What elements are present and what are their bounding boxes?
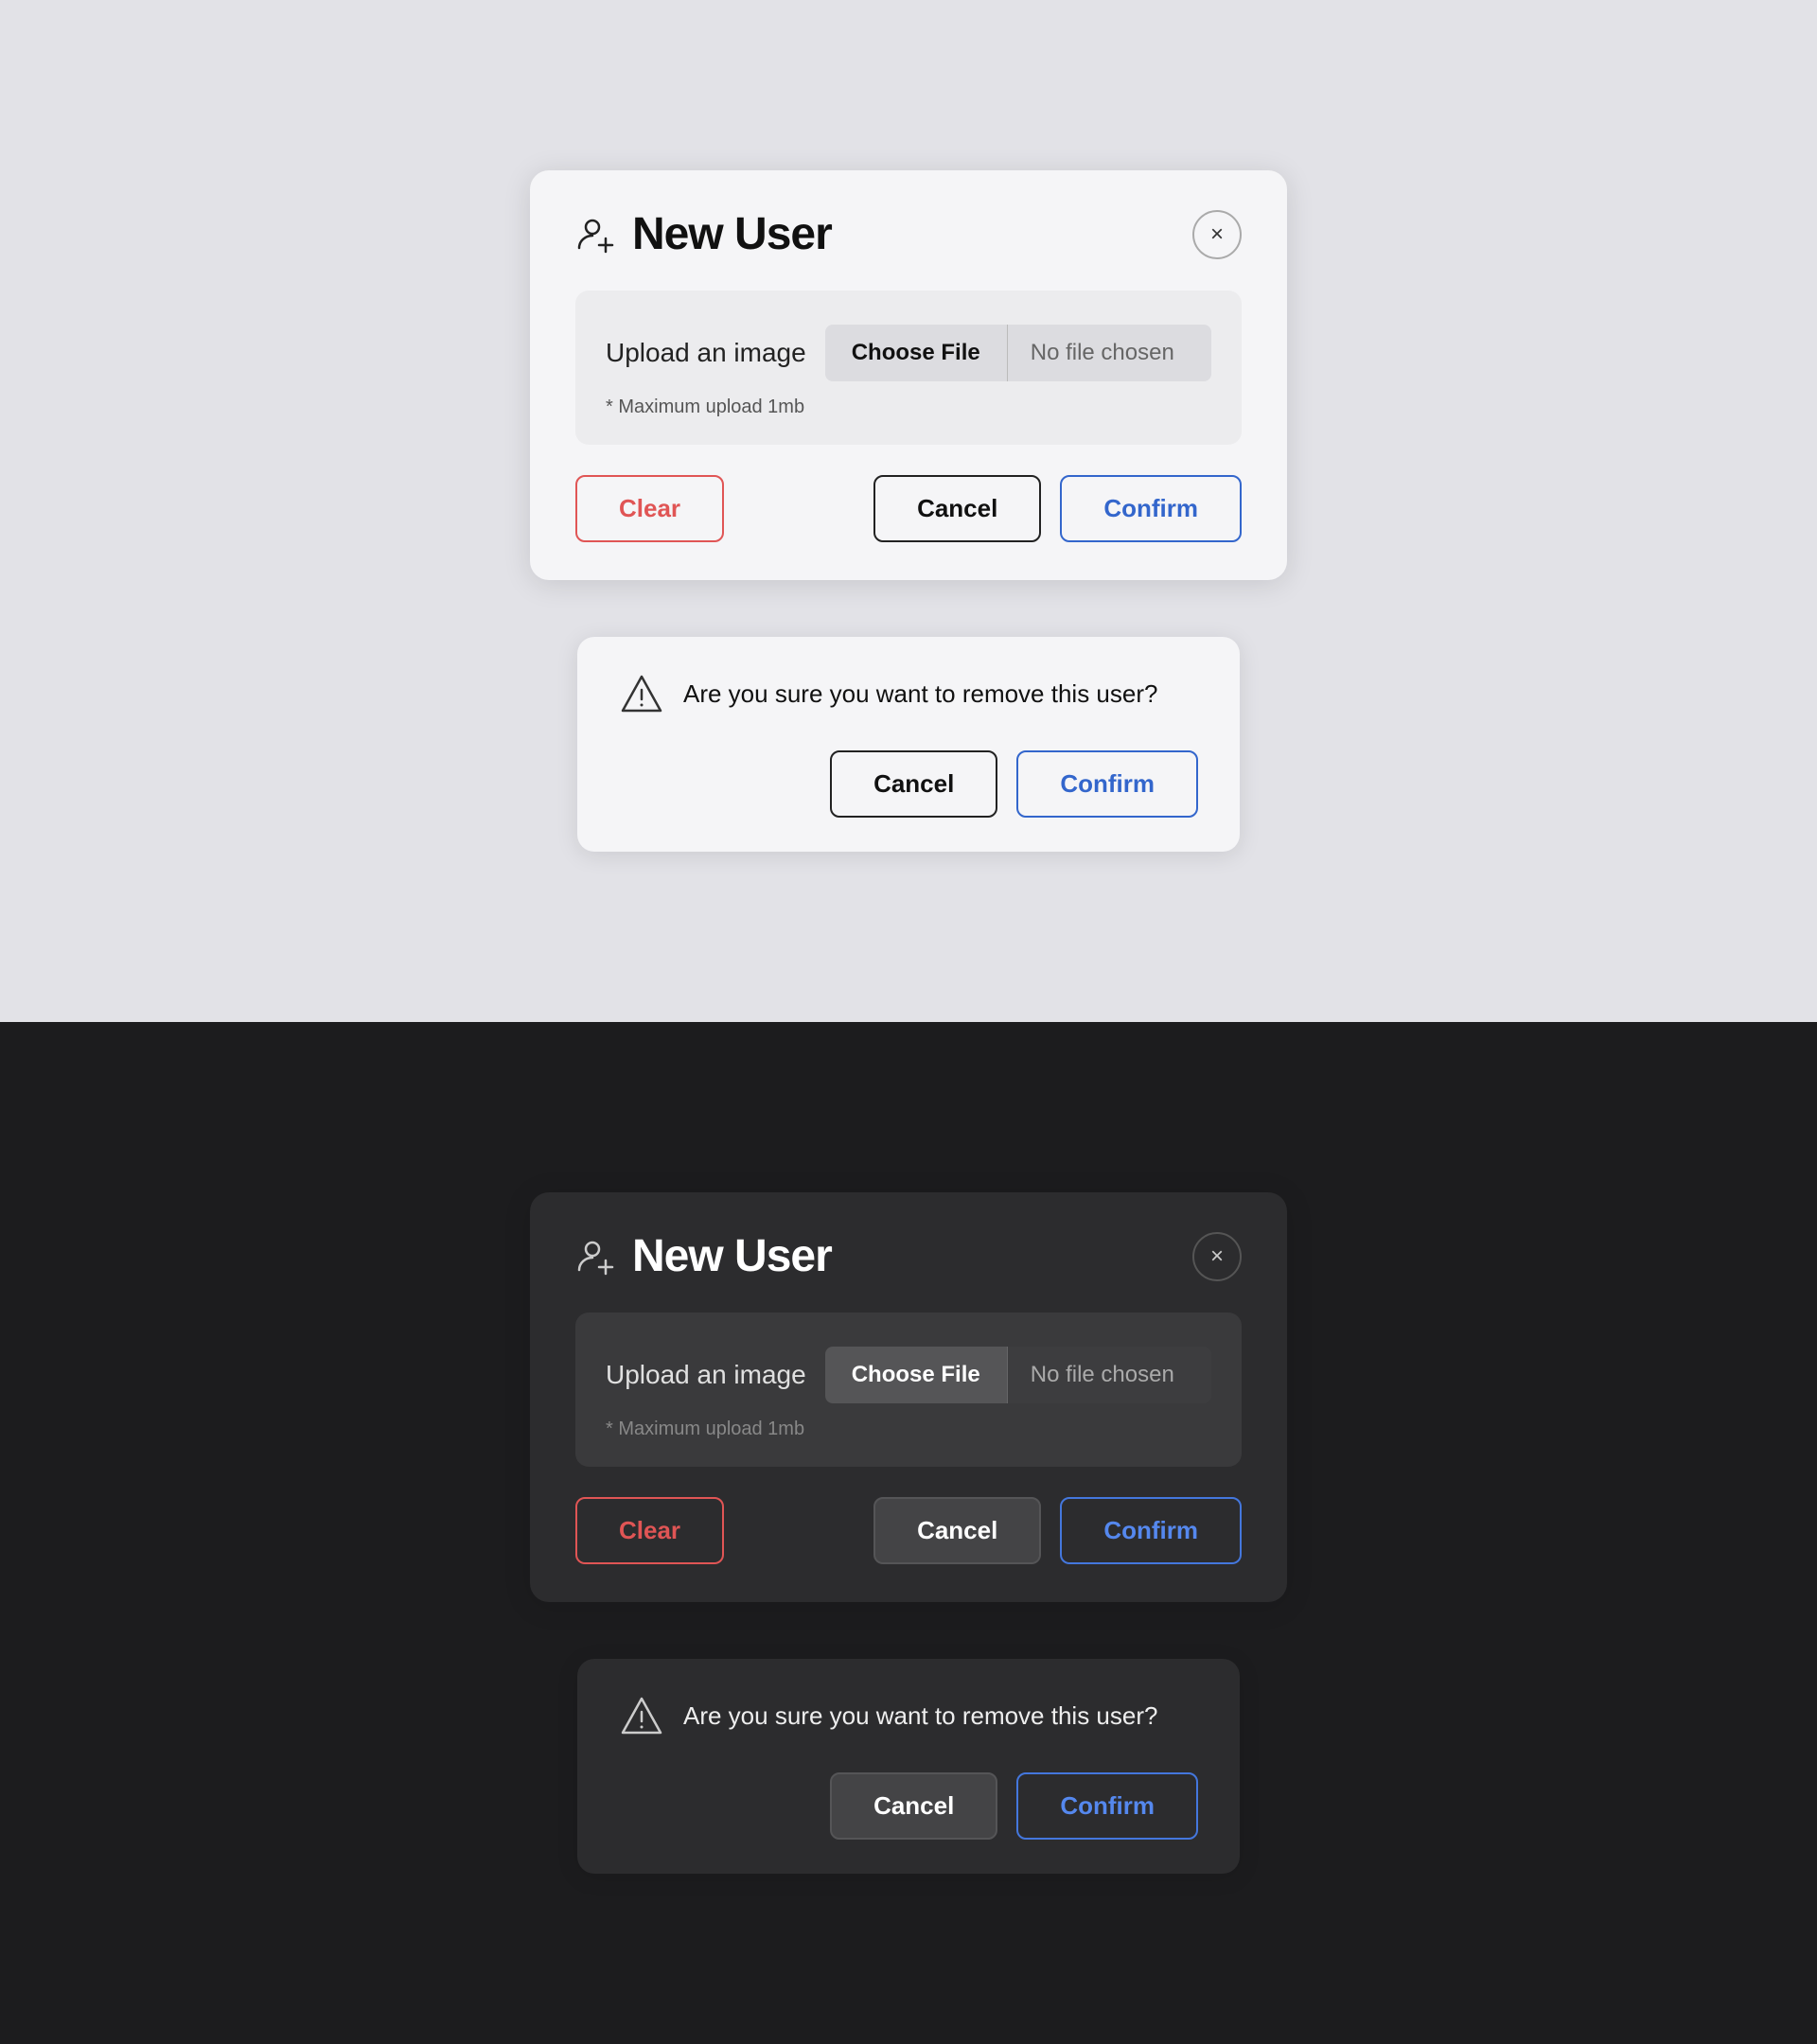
right-buttons-dark: Cancel Confirm — [873, 1497, 1242, 1564]
max-upload-note-dark: * Maximum upload 1mb — [606, 1418, 804, 1439]
warning-icon-dark — [619, 1693, 664, 1738]
max-upload-note-light: * Maximum upload 1mb — [606, 396, 804, 417]
confirm-button-light[interactable]: Confirm — [1060, 475, 1242, 542]
confirm-message-row-dark: Are you sure you want to remove this use… — [619, 1693, 1198, 1738]
clear-button-dark[interactable]: Clear — [575, 1497, 724, 1564]
dialog-confirm-button-light[interactable]: Confirm — [1016, 750, 1198, 818]
confirm-message-text-dark: Are you sure you want to remove this use… — [683, 1701, 1157, 1731]
upload-row-light: Upload an image Choose File No file chos… — [606, 325, 1211, 381]
file-input-wrapper-dark: Choose File No file chosen — [825, 1347, 1211, 1403]
dialog-confirm-button-dark[interactable]: Confirm — [1016, 1772, 1198, 1840]
cancel-button-dark[interactable]: Cancel — [873, 1497, 1041, 1564]
confirm-actions-light: Cancel Confirm — [619, 750, 1198, 818]
close-button-dark[interactable]: × — [1192, 1232, 1242, 1281]
upload-label-light: Upload an image — [606, 338, 806, 368]
confirm-dialog-dark: Are you sure you want to remove this use… — [577, 1659, 1240, 1874]
dialog-cancel-button-light[interactable]: Cancel — [830, 750, 997, 818]
new-user-modal-light: New User × Upload an image Choose File N… — [530, 170, 1287, 580]
user-add-icon-light — [575, 214, 617, 256]
confirm-message-row-light: Are you sure you want to remove this use… — [619, 671, 1198, 716]
modal-title-group-dark: New User — [575, 1230, 832, 1282]
modal-header-dark: New User × — [575, 1230, 1242, 1282]
user-add-icon-dark — [575, 1236, 617, 1278]
action-row-dark: Clear Cancel Confirm — [575, 1497, 1242, 1564]
confirm-dialog-light: Are you sure you want to remove this use… — [577, 637, 1240, 852]
upload-section-light: Upload an image Choose File No file chos… — [575, 291, 1242, 445]
light-theme-section: New User × Upload an image Choose File N… — [0, 0, 1817, 1022]
choose-file-button-light[interactable]: Choose File — [825, 325, 1008, 381]
action-row-light: Clear Cancel Confirm — [575, 475, 1242, 542]
right-buttons-light: Cancel Confirm — [873, 475, 1242, 542]
warning-icon-light — [619, 671, 664, 716]
confirm-button-dark[interactable]: Confirm — [1060, 1497, 1242, 1564]
close-button-light[interactable]: × — [1192, 210, 1242, 259]
dialog-cancel-button-dark[interactable]: Cancel — [830, 1772, 997, 1840]
dark-theme-section: New User × Upload an image Choose File N… — [0, 1022, 1817, 2044]
modal-title-light: New User — [632, 208, 832, 260]
modal-header-light: New User × — [575, 208, 1242, 260]
choose-file-button-dark[interactable]: Choose File — [825, 1347, 1008, 1403]
cancel-button-light[interactable]: Cancel — [873, 475, 1041, 542]
upload-section-dark: Upload an image Choose File No file chos… — [575, 1313, 1242, 1467]
no-file-label-dark: No file chosen — [1008, 1347, 1211, 1403]
upload-label-dark: Upload an image — [606, 1360, 806, 1390]
modal-title-group-light: New User — [575, 208, 832, 260]
confirm-message-text-light: Are you sure you want to remove this use… — [683, 679, 1157, 709]
clear-button-light[interactable]: Clear — [575, 475, 724, 542]
confirm-actions-dark: Cancel Confirm — [619, 1772, 1198, 1840]
new-user-modal-dark: New User × Upload an image Choose File N… — [530, 1192, 1287, 1602]
upload-row-dark: Upload an image Choose File No file chos… — [606, 1347, 1211, 1403]
file-input-wrapper-light: Choose File No file chosen — [825, 325, 1211, 381]
no-file-label-light: No file chosen — [1008, 325, 1211, 381]
modal-title-dark: New User — [632, 1230, 832, 1282]
